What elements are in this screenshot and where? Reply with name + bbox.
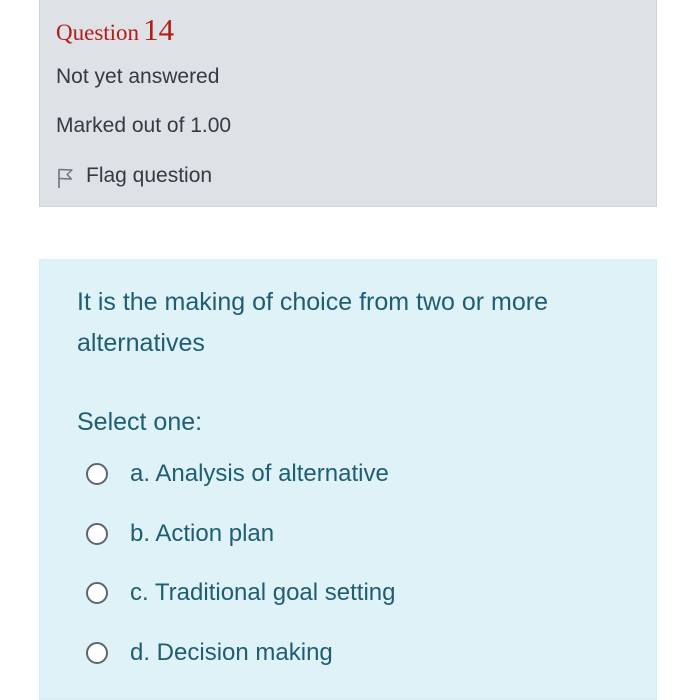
- flag-question-label: Flag question: [86, 164, 213, 187]
- answer-option-c[interactable]: c. Traditional goal setting: [86, 579, 396, 607]
- answer-option-b[interactable]: b. Action plan: [86, 520, 274, 548]
- option-label: b. Action plan: [130, 520, 275, 547]
- option-label: c. Traditional goal setting: [130, 579, 396, 606]
- option-label: a. Analysis of alternative: [130, 460, 389, 487]
- answer-option-a[interactable]: a. Analysis of alternative: [86, 460, 389, 488]
- flag-icon: [56, 167, 76, 189]
- answer-state: Not yet answered: [56, 65, 220, 88]
- question-number-heading: Question 14: [56, 12, 174, 48]
- radio-unchecked-icon[interactable]: [86, 642, 108, 664]
- radio-unchecked-icon[interactable]: [86, 582, 108, 604]
- select-one-prompt: Select one:: [77, 408, 203, 436]
- grade-info: Marked out of 1.00: [56, 114, 232, 137]
- radio-unchecked-icon[interactable]: [86, 523, 108, 545]
- question-number: 14: [143, 12, 175, 47]
- question-word: Question: [56, 20, 140, 45]
- question-text: It is the making of choice from two or m…: [77, 288, 549, 357]
- radio-unchecked-icon[interactable]: [86, 463, 108, 485]
- question-info-panel: Question 14 Not yet answered Marked out o…: [39, 0, 657, 207]
- option-label: d. Decision making: [130, 639, 333, 666]
- answer-option-d[interactable]: d. Decision making: [86, 639, 333, 667]
- question-formulation: It is the making of choice from two or m…: [39, 259, 657, 700]
- flag-question-link[interactable]: Flag question: [56, 163, 212, 189]
